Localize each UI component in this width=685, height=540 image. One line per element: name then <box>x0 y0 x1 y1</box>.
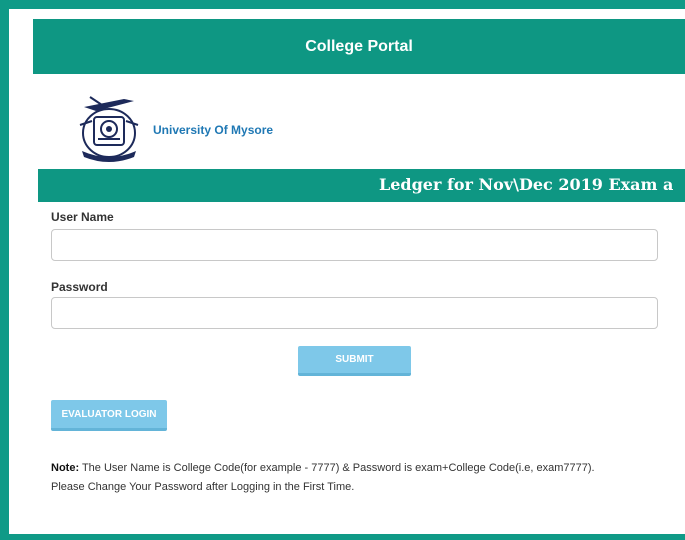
login-note: Note: The User Name is College Code(for … <box>51 459 671 497</box>
evaluator-login-button[interactable]: EVALUATOR LOGIN <box>51 400 167 431</box>
password-input[interactable] <box>51 297 658 329</box>
university-crest-icon <box>74 95 144 165</box>
portal-header: College Portal <box>33 19 685 74</box>
page-title: College Portal <box>305 37 413 55</box>
password-label: Password <box>51 280 108 294</box>
note-line-1: The User Name is College Code(for exampl… <box>79 462 595 474</box>
university-name: University Of Mysore <box>153 123 274 137</box>
username-label: User Name <box>51 210 114 224</box>
note-prefix: Note: <box>51 462 80 474</box>
note-line-2: Please Change Your Password after Loggin… <box>51 481 355 493</box>
marquee-text: Ledger for Nov\Dec 2019 Exam a <box>379 175 674 194</box>
announcement-marquee: Ledger for Nov\Dec 2019 Exam a <box>38 169 685 202</box>
submit-button[interactable]: SUBMIT <box>298 346 411 376</box>
username-input[interactable] <box>51 229 658 261</box>
